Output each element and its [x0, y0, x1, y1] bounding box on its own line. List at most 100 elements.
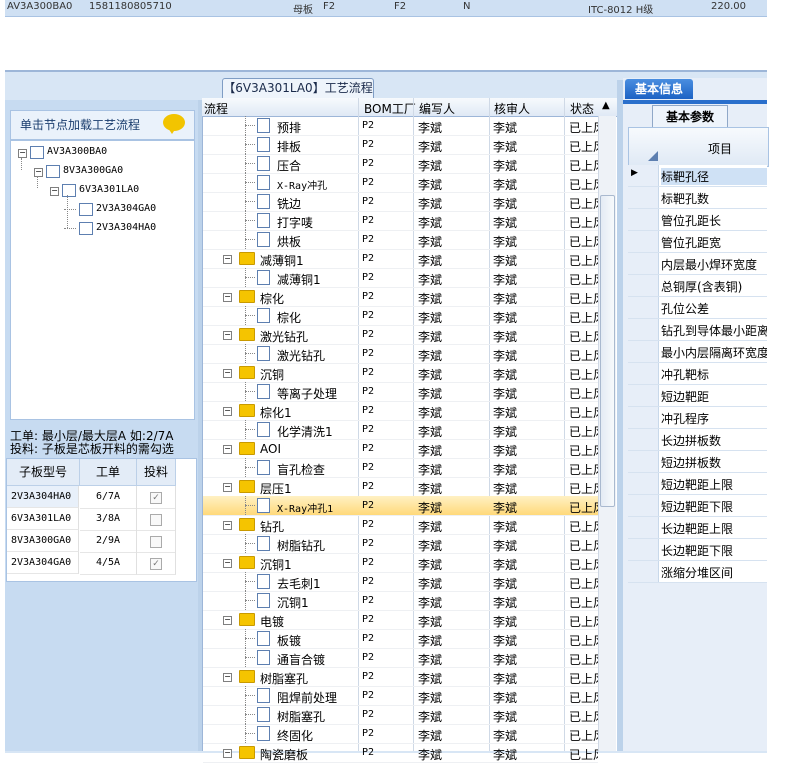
tree-node-label[interactable]: AV3A300BA0: [47, 145, 107, 159]
group-toggle-icon[interactable]: −: [223, 293, 232, 302]
tree-toggle-icon[interactable]: −: [50, 187, 59, 196]
process-group-row[interactable]: − 陶瓷磨板 P2 李斌 李斌 已上风: [203, 743, 598, 763]
top-data-row[interactable]: AV3A300BA0 1581180805710 母板 F2 F2 N ITC-…: [5, 0, 767, 17]
col-subboard-model[interactable]: 子板型号: [7, 459, 80, 486]
process-step-row[interactable]: 打字唛 P2 李斌 李斌 已上风: [203, 211, 598, 231]
process-step-row[interactable]: 树脂塞孔 P2 李斌 李斌 已上风: [203, 705, 598, 725]
col-reviewer[interactable]: 核审人: [494, 100, 530, 117]
group-toggle-icon[interactable]: −: [223, 331, 232, 340]
param-row[interactable]: 孔位公差: [628, 297, 767, 319]
group-toggle-icon[interactable]: −: [223, 673, 232, 682]
process-step-row[interactable]: 盲孔检查 P2 李斌 李斌 已上风: [203, 458, 598, 478]
tree-node-label[interactable]: 8V3A300GA0: [63, 164, 123, 178]
group-toggle-icon[interactable]: −: [223, 521, 232, 530]
process-group-row[interactable]: − 层压1 P2 李斌 李斌 已上风: [203, 477, 598, 497]
process-group-row[interactable]: − 电镀 P2 李斌 李斌 已上风: [203, 610, 598, 630]
process-step-row[interactable]: 通盲合镀 P2 李斌 李斌 已上风: [203, 648, 598, 668]
param-row[interactable]: 涨缩分堆区间: [628, 561, 767, 583]
param-row[interactable]: 内层最小焊环宽度: [628, 253, 767, 275]
subboard-order-cell[interactable]: 6/7A: [80, 486, 137, 509]
process-step-row[interactable]: 减薄铜1 P2 李斌 李斌 已上风: [203, 268, 598, 288]
process-step-row[interactable]: 去毛刺1 P2 李斌 李斌 已上风: [203, 572, 598, 592]
col-item[interactable]: 项目: [708, 140, 732, 157]
tree-toggle-icon[interactable]: −: [34, 168, 43, 177]
tree-toggle-icon[interactable]: −: [18, 149, 27, 158]
group-toggle-icon[interactable]: −: [223, 369, 232, 378]
process-step-row[interactable]: 沉铜1 P2 李斌 李斌 已上风: [203, 591, 598, 611]
subboard-model-cell[interactable]: 6V3A301LA0: [7, 508, 79, 530]
subboard-order-cell[interactable]: 3/8A: [80, 508, 137, 531]
col-feed[interactable]: 投料: [137, 459, 176, 486]
process-step-row[interactable]: 化学清洗1 P2 李斌 李斌 已上风: [203, 420, 598, 440]
param-row[interactable]: 冲孔靶标: [628, 363, 767, 385]
group-toggle-icon[interactable]: −: [223, 445, 232, 454]
process-step-row[interactable]: 排板 P2 李斌 李斌 已上风: [203, 135, 598, 155]
process-step-row[interactable]: 阻焊前处理 P2 李斌 李斌 已上风: [203, 686, 598, 706]
tree-node-label[interactable]: 2V3A304GA0: [96, 202, 156, 216]
process-step-row[interactable]: X-Ray冲孔1 P2 李斌 李斌 已上风: [203, 496, 598, 516]
subboard-order-cell[interactable]: 4/5A: [80, 552, 137, 575]
process-step-row[interactable]: 树脂钻孔 P2 李斌 李斌 已上风: [203, 534, 598, 554]
tree-node-label[interactable]: 6V3A301LA0: [79, 183, 139, 197]
group-toggle-icon[interactable]: −: [223, 407, 232, 416]
feed-checkbox[interactable]: [150, 514, 162, 526]
group-toggle-icon[interactable]: −: [223, 559, 232, 568]
group-toggle-icon[interactable]: −: [223, 616, 232, 625]
process-step-row[interactable]: 板镀 P2 李斌 李斌 已上风: [203, 629, 598, 649]
flow-title-tab[interactable]: 【6V3A301LA0】工艺流程: [222, 78, 374, 99]
process-group-row[interactable]: − 钻孔 P2 李斌 李斌 已上风: [203, 515, 598, 535]
sort-up-icon[interactable]: ▲: [602, 100, 610, 111]
process-step-row[interactable]: 棕化 P2 李斌 李斌 已上风: [203, 306, 598, 326]
param-row[interactable]: 冲孔程序: [628, 407, 767, 429]
param-row[interactable]: 管位孔距长: [628, 209, 767, 231]
process-step-row[interactable]: 预排 P2 李斌 李斌 已上风: [203, 116, 598, 136]
process-step-row[interactable]: 铣边 P2 李斌 李斌 已上风: [203, 192, 598, 212]
param-row[interactable]: 长边靶距上限: [628, 517, 767, 539]
process-step-row[interactable]: 激光钻孔 P2 李斌 李斌 已上风: [203, 344, 598, 364]
process-group-row[interactable]: − 沉铜 P2 李斌 李斌 已上风: [203, 363, 598, 383]
param-row[interactable]: 长边拼板数: [628, 429, 767, 451]
process-group-row[interactable]: − AOI P2 李斌 李斌 已上风: [203, 439, 598, 459]
feed-checkbox[interactable]: ✓: [150, 492, 162, 504]
process-step-row[interactable]: 烘板 P2 李斌 李斌 已上风: [203, 230, 598, 250]
tree-node-label[interactable]: 2V3A304HA0: [96, 221, 156, 235]
param-row[interactable]: 短边靶距: [628, 385, 767, 407]
process-group-row[interactable]: − 棕化 P2 李斌 李斌 已上风: [203, 287, 598, 307]
param-row[interactable]: 短边靶距下限: [628, 495, 767, 517]
process-group-row[interactable]: − 减薄铜1 P2 李斌 李斌 已上风: [203, 249, 598, 269]
param-row[interactable]: 短边靶距上限: [628, 473, 767, 495]
subboard-order-cell[interactable]: 2/9A: [80, 530, 137, 553]
feed-checkbox[interactable]: [150, 536, 162, 548]
col-order[interactable]: 工单: [80, 459, 137, 486]
col-writer[interactable]: 编写人: [419, 100, 455, 117]
param-row[interactable]: 最小内层隔离环宽度: [628, 341, 767, 363]
feed-checkbox[interactable]: ✓: [150, 558, 162, 570]
col-process[interactable]: 流程: [204, 100, 228, 117]
col-status[interactable]: 状态: [570, 100, 594, 117]
process-step-row[interactable]: 终固化 P2 李斌 李斌 已上风: [203, 724, 598, 744]
process-step-row[interactable]: 等离子处理 P2 李斌 李斌 已上风: [203, 382, 598, 402]
group-toggle-icon[interactable]: −: [223, 483, 232, 492]
subboard-model-cell[interactable]: 2V3A304HA0: [7, 486, 79, 508]
tab-basic-params[interactable]: 基本参数: [652, 105, 728, 128]
group-toggle-icon[interactable]: −: [223, 749, 232, 758]
param-row[interactable]: 总铜厚(含表铜): [628, 275, 767, 297]
subboard-model-cell[interactable]: 2V3A304GA0: [7, 552, 79, 574]
grid-scrollbar-thumb[interactable]: [600, 195, 615, 507]
process-group-row[interactable]: − 树脂塞孔 P2 李斌 李斌 已上风: [203, 667, 598, 687]
group-toggle-icon[interactable]: −: [223, 255, 232, 264]
process-step-row[interactable]: X-Ray冲孔 P2 李斌 李斌 已上风: [203, 173, 598, 193]
process-group-row[interactable]: − 棕化1 P2 李斌 李斌 已上风: [203, 401, 598, 421]
param-row[interactable]: ▶ 标靶孔径: [628, 165, 767, 187]
process-group-row[interactable]: − 激光钻孔 P2 李斌 李斌 已上风: [203, 325, 598, 345]
param-row[interactable]: 短边拼板数: [628, 451, 767, 473]
col-bom-factory[interactable]: BOM工厂: [364, 100, 416, 117]
process-group-row[interactable]: − 沉铜1 P2 李斌 李斌 已上风: [203, 553, 598, 573]
param-row[interactable]: 管位孔距宽: [628, 231, 767, 253]
param-row[interactable]: 长边靶距下限: [628, 539, 767, 561]
param-row[interactable]: 钻孔到导体最小距离: [628, 319, 767, 341]
tab-basic-info[interactable]: 基本信息: [625, 79, 693, 99]
process-step-row[interactable]: 压合 P2 李斌 李斌 已上风: [203, 154, 598, 174]
subboard-model-cell[interactable]: 8V3A300GA0: [7, 530, 79, 552]
param-row[interactable]: 标靶孔数: [628, 187, 767, 209]
